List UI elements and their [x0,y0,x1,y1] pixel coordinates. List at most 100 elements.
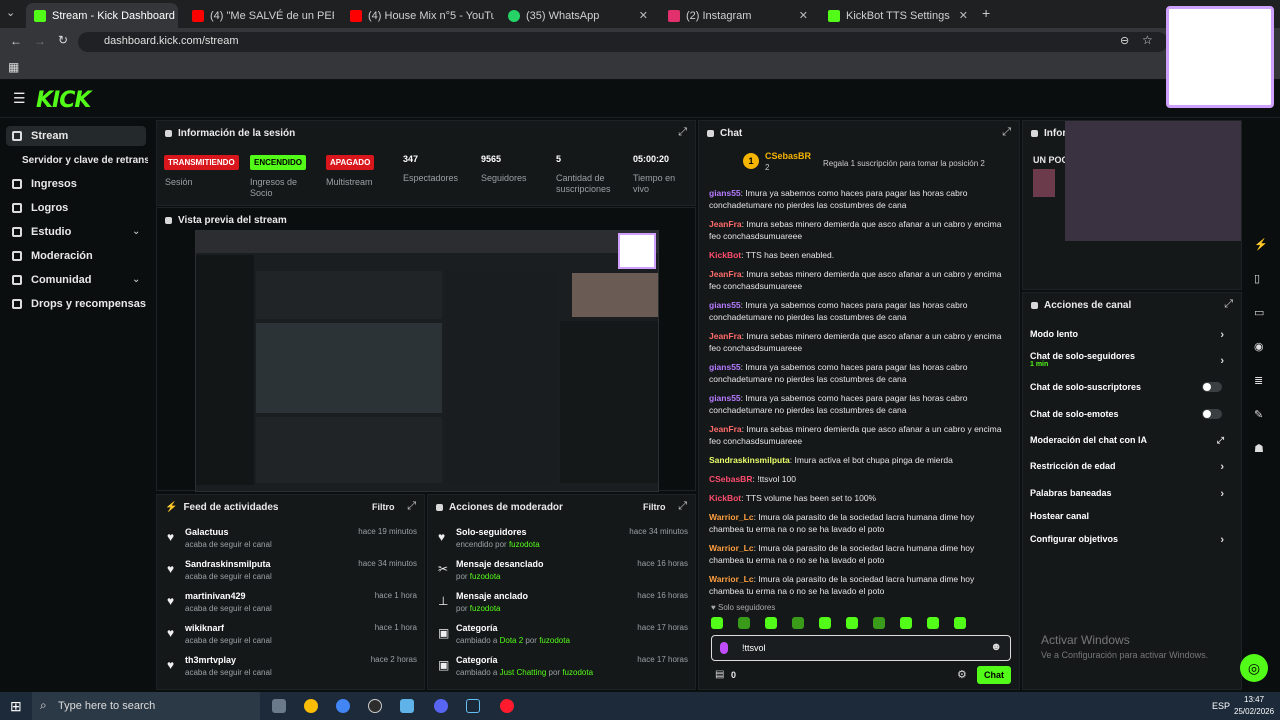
taskbar-search[interactable]: ⌕ Type here to search [32,692,260,720]
chat-username[interactable]: JeanFra [709,331,742,341]
moderator-name[interactable]: fuzodota [470,572,501,581]
emote-icon[interactable] [792,617,804,629]
tray-time[interactable]: 13:47 [1244,695,1264,704]
emote-icon[interactable] [873,617,885,629]
tab-kick-dashboard[interactable]: Stream - Kick Dashboard ✕ [26,3,178,28]
tab-instagram[interactable]: (2) Instagram ✕ [660,3,816,28]
phone-icon[interactable]: ▯ [1254,272,1260,285]
tab-kickbot[interactable]: KickBot TTS Settings ✕ [820,3,976,28]
emote-icon[interactable] [819,617,831,629]
chat-username[interactable]: KickBot [709,250,741,260]
category-name[interactable]: Just Chatting [500,668,547,677]
sidebar-item-comunidad[interactable]: Comunidad [12,274,92,286]
emote-icon[interactable] [900,617,912,629]
emote-icon[interactable] [765,617,777,629]
emote-icon[interactable] [927,617,939,629]
toggle-switch[interactable] [1202,409,1222,419]
chat-username[interactable]: gians55 [709,362,741,372]
kick-logo[interactable]: KICK [36,88,91,113]
chat-username[interactable]: JeanFra [709,219,742,229]
emote-icon[interactable] [738,617,750,629]
sidebar-item-moderacion[interactable]: Moderación [12,250,93,262]
chat-username[interactable]: JeanFra [709,424,742,434]
apps-grid-icon[interactable]: ▦ [8,60,19,74]
broadcast-icon[interactable]: ◉ [1254,340,1264,353]
steam-icon[interactable] [466,699,480,713]
reload-icon[interactable]: ↻ [58,33,68,47]
action-followers-only[interactable]: Chat de solo-seguidores › 1 min [1030,351,1230,368]
sidebar-item-drops[interactable]: Drops y recompensas [12,298,146,310]
gift-icon[interactable]: ▤ [715,669,724,680]
close-icon[interactable]: ✕ [959,9,968,22]
tray-date[interactable]: 25/02/2026 [1234,707,1274,716]
wrench-icon[interactable]: ✎ [1254,408,1263,421]
expand-icon[interactable]: ⤢ [1002,126,1011,139]
chat-username[interactable]: gians55 [709,393,741,403]
follower-name[interactable]: Sandraskinsmilputa [185,559,271,569]
tab-search-icon[interactable]: ⌄ [6,6,15,19]
chat-username[interactable]: CSebasBR [709,474,752,484]
action-emotes-only[interactable]: Chat de solo-emotes [1030,409,1230,419]
action-host-channel[interactable]: Hostear canal [1030,511,1230,521]
chat-username[interactable]: Warrior_Lc [709,574,754,584]
follower-name[interactable]: wikiknarf [185,623,224,633]
new-tab-icon[interactable]: + [982,5,990,21]
chat-username[interactable]: JeanFra [709,269,742,279]
follower-name[interactable]: martinivan429 [185,591,246,601]
mic-icon[interactable] [720,642,728,654]
star-icon[interactable]: ☆ [1142,33,1153,47]
status-badge-income[interactable]: ENCENDIDO [250,155,307,170]
chat-username[interactable]: Warrior_Lc [709,543,754,553]
tab-whatsapp[interactable]: (35) WhatsApp ✕ [500,3,656,28]
discord-icon[interactable] [434,699,448,713]
emote-icon[interactable] [711,617,723,629]
chat-username[interactable]: Sandraskinsmilputa [709,455,790,465]
filter-button[interactable]: Filtro [643,502,666,512]
sidebar-item-estudio[interactable]: Estudio [12,226,71,238]
action-banned-words[interactable]: Palabras baneadas › [1030,488,1230,500]
action-ai-moderation[interactable]: Moderación del chat con IA ⤢ [1030,435,1230,445]
close-icon[interactable]: ✕ [639,9,648,22]
menu-icon[interactable]: ☰ [13,90,26,107]
moderator-name[interactable]: fuzodota [539,636,570,645]
filter-button[interactable]: Filtro [372,502,395,512]
url-field[interactable]: dashboard.kick.com/stream [78,32,1168,52]
status-badge-multistream[interactable]: APAGADO [326,155,375,170]
chrome-icon[interactable] [304,699,318,713]
stream-video[interactable] [195,230,659,492]
list-icon[interactable]: ≣ [1254,374,1263,387]
chat-username[interactable]: gians55 [709,300,741,310]
settings-icon[interactable]: ⚙ [957,668,967,681]
chevron-down-icon[interactable]: ⌄ [132,274,140,285]
expand-icon[interactable]: ⤢ [407,500,416,513]
top-gifter-name[interactable]: CSebasBR [765,151,811,161]
chat-bubble-icon[interactable]: ◎ [1240,654,1268,682]
chat-username[interactable]: gians55 [709,188,741,198]
chat-username[interactable]: KickBot [709,493,741,503]
sidebar-item-stream[interactable]: Stream [12,130,68,142]
moderator-name[interactable]: fuzodota [562,668,593,677]
forward-icon[interactable]: → [34,34,46,48]
expand-icon[interactable]: ⤢ [678,126,687,139]
chrome-active-icon[interactable] [336,699,350,713]
task-view-icon[interactable] [272,699,286,713]
emote-icon[interactable] [954,617,966,629]
emoji-icon[interactable]: ☻ [990,641,1002,653]
send-chat-button[interactable]: Chat [977,666,1011,684]
opera-icon[interactable] [500,699,514,713]
chat-username[interactable]: Warrior_Lc [709,512,754,522]
action-subscribers-only[interactable]: Chat de solo-suscriptores [1030,382,1230,392]
category-name[interactable]: Dota 2 [500,636,524,645]
chevron-down-icon[interactable]: ⌄ [132,226,140,237]
expand-icon[interactable]: ⤢ [1224,298,1233,311]
users-icon[interactable]: ☗ [1254,442,1264,455]
sidebar-item-server-key[interactable]: Servidor y clave de retransmisión [22,155,148,166]
toggle-switch[interactable] [1202,382,1222,392]
emote-icon[interactable] [846,617,858,629]
follower-name[interactable]: th3mrtvplay [185,655,236,665]
follower-name[interactable]: Galactuus [185,527,229,537]
gift-prompt[interactable]: Regala 1 suscripción para tomar la posic… [823,159,985,168]
chat-icon[interactable]: ▭ [1254,306,1264,319]
tab-youtube-1[interactable]: (4) "Me SALVÉ de un PEP42 ✕ [184,3,334,28]
chat-input[interactable]: !ttsvol ☻ [711,635,1011,661]
